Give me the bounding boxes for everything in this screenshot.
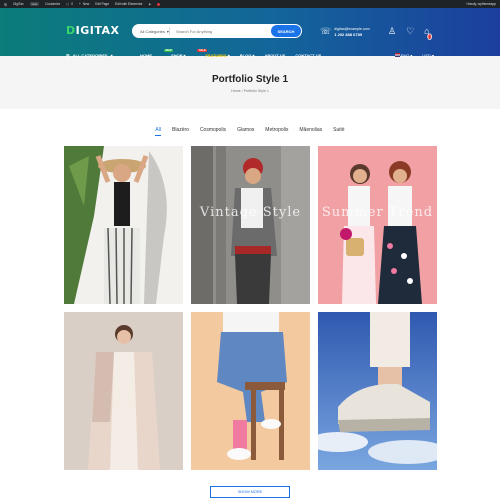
nav-shop-label: SHOP [171, 52, 183, 58]
card-overlay-text: Summer Trend [321, 205, 434, 220]
card-overlay-text: Vintage Style [199, 205, 302, 220]
breadcrumb-current: Portfolio Style 1 [243, 89, 269, 93]
nav-contact-label: CONTACT US [295, 52, 322, 58]
support-email[interactable]: digitax@example.com [334, 27, 369, 32]
search-category-select[interactable]: All Categories ▾ [132, 27, 170, 35]
wp-logo-icon[interactable]: Ⓦ [4, 2, 7, 7]
nav-about-label: ABOUT US [264, 52, 286, 58]
admin-comments-link[interactable]: ▢ 0 [66, 2, 73, 6]
portfolio-filters: All Blazëro Cosmopolis Glamos Metropolis… [0, 127, 500, 136]
breadcrumb: Home / Portfolio Style 1 [0, 89, 500, 93]
chevron-down-icon: ▾ [166, 28, 169, 34]
nav-home[interactable]: HOME [140, 53, 152, 58]
portfolio-item[interactable] [191, 312, 310, 470]
nav-features-label: FEATURES [205, 52, 227, 58]
site-header: DIGITAX All Categories▾ SEARCH ☏ digitax… [0, 8, 500, 58]
portfolio-image-summer-trend [318, 146, 437, 304]
filter-metropolis[interactable]: Metropolis [265, 127, 288, 136]
admin-site-link[interactable]: DigiTax [13, 2, 23, 6]
page-title: Portfolio Style 1 [211, 74, 289, 85]
support-phone[interactable]: 1 202 888 6789 [334, 32, 369, 37]
wishlist-heart-icon[interactable]: ♡ [406, 26, 414, 41]
portfolio-image-vintage-style [191, 146, 310, 304]
admin-status-dot [157, 2, 161, 6]
search-bar: All Categories ▾ SEARCH [132, 24, 302, 38]
currency-label: USD [422, 52, 431, 58]
user-icon[interactable]: ♙ [388, 26, 396, 41]
plus-icon: + [79, 2, 81, 6]
us-flag-icon [394, 53, 400, 57]
nav-blog[interactable]: BLOG ▾ [240, 53, 255, 58]
search-input[interactable] [170, 26, 271, 36]
headset-icon: ☏ [320, 26, 332, 36]
admin-new-link[interactable]: + New [79, 2, 89, 6]
portfolio-item[interactable]: Summer Trend [318, 146, 437, 304]
breadcrumb-separator: / [241, 89, 243, 93]
portfolio-image-straw-hat [64, 146, 183, 304]
nav-about[interactable]: ABOUT US [264, 53, 285, 58]
admin-greeting[interactable]: Howdy, wpthemeapp [466, 2, 496, 6]
site-logo[interactable]: DIGITAX [66, 24, 120, 37]
all-categories-label: ALL CATEGORIES [72, 52, 108, 58]
filter-all[interactable]: All [155, 127, 161, 136]
admin-customize-link[interactable]: Customize [45, 2, 60, 6]
all-categories-button[interactable]: ☰ ALL CATEGORIES ▾ [66, 53, 134, 58]
page-header: Portfolio Style 1 Home / Portfolio Style… [0, 56, 500, 109]
support-contact: ☏ digitax@example.com 1 202 888 6789 [320, 26, 370, 37]
filter-maenolias[interactable]: Mãenolias [299, 127, 322, 136]
breadcrumb-home[interactable]: Home [231, 89, 241, 93]
admin-settings-icon[interactable]: ◈ [149, 2, 151, 6]
logo-d: D [66, 24, 76, 37]
logo-text: IGITAX [75, 24, 120, 37]
admin-elementor-link[interactable]: Edit with Elementor [115, 2, 142, 6]
filter-glamos[interactable]: Glamos [237, 127, 254, 136]
search-button[interactable]: SEARCH [271, 25, 301, 37]
show-more-button[interactable]: SHOW MORE [210, 486, 290, 498]
nav-features[interactable]: SALEFEATURES ▾ [195, 48, 230, 58]
search-category-label: All Categories [140, 28, 165, 34]
nav-sale-tag: SALE [197, 48, 208, 52]
filter-suite[interactable]: Suitë [333, 127, 344, 136]
admin-comments-count: 0 [71, 2, 74, 6]
portfolio-item[interactable] [64, 312, 183, 470]
portfolio-image-blazer [64, 312, 183, 470]
cart-count-badge: 0 [427, 31, 433, 42]
filter-cosmopolis[interactable]: Cosmopolis [200, 127, 226, 136]
nav-shop[interactable]: NEWSHOP ▾ [162, 48, 185, 58]
wp-admin-bar: Ⓦ DigiTax Live Customize ▢ 0 + New Edit Pa… [0, 0, 500, 8]
portfolio-image-sneakers [318, 312, 437, 470]
portfolio-item[interactable]: Vintage Style [191, 146, 310, 304]
header-icons: ♙ ♡ ⌂ 0 [388, 26, 433, 42]
nav-new-tag: NEW [164, 48, 174, 52]
filter-blazero[interactable]: Blazëro [172, 127, 189, 136]
nav-home-label: HOME [140, 52, 152, 58]
portfolio-grid: Vintage Style Summer Trend [64, 146, 437, 470]
cart-icon[interactable]: ⌂ 0 [424, 26, 433, 42]
comment-icon: ▢ [66, 2, 70, 6]
language-label: ENG [400, 52, 410, 58]
chevron-down-icon: ▾ [110, 52, 113, 58]
currency-select[interactable]: USD ▾ [422, 53, 434, 58]
language-select[interactable]: ENG ▾ [394, 52, 412, 58]
menu-icon: ☰ [66, 52, 70, 58]
admin-new-label: New [82, 2, 90, 6]
portfolio-item[interactable] [318, 312, 437, 470]
admin-edit-page-link[interactable]: Edit Page [95, 2, 109, 6]
nav-blog-label: BLOG [239, 52, 252, 58]
portfolio-item[interactable] [64, 146, 183, 304]
nav-contact[interactable]: CONTACT US [295, 53, 321, 58]
portfolio-image-denim [191, 312, 310, 470]
main-nav: ☰ ALL CATEGORIES ▾ HOME NEWSHOP ▾ SALEFEAT… [0, 48, 500, 62]
admin-live-badge: Live [29, 2, 40, 6]
